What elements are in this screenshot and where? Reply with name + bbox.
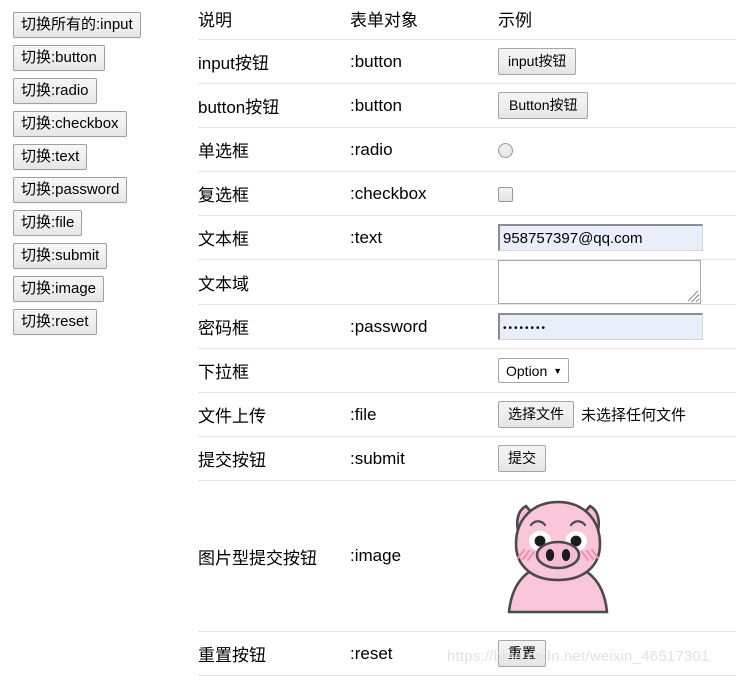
toggle-radio-button[interactable]: 切换:radio: [13, 78, 97, 104]
table-row: 重置按钮 :reset 重置: [198, 631, 736, 676]
table-row: 文件上传 :file 选择文件 未选择任何文件: [198, 392, 736, 437]
toggle-reset-button[interactable]: 切换:reset: [13, 309, 97, 335]
row-description: 密码框: [198, 304, 350, 349]
text-input-example[interactable]: 958757397@qq.com: [498, 224, 703, 251]
textarea-example[interactable]: [498, 260, 701, 304]
row-example: [498, 127, 736, 172]
reset-button-example[interactable]: 重置: [498, 640, 546, 667]
row-example: input按钮: [498, 39, 736, 84]
row-form-object: :password: [350, 304, 498, 349]
row-description: 下拉框: [198, 348, 350, 393]
row-description: 复选框: [198, 171, 350, 216]
toggle-all-input-button[interactable]: 切换所有的:input: [13, 12, 141, 38]
input-button-example[interactable]: input按钮: [498, 48, 577, 75]
table-row: 图片型提交按钮 :image: [198, 480, 736, 632]
row-description: 提交按钮: [198, 436, 350, 481]
row-example: [498, 480, 736, 632]
toggle-image-button[interactable]: 切换:image: [13, 276, 105, 302]
row-description: 文件上传: [198, 392, 350, 437]
table-row: 文本框 :text 958757397@qq.com: [198, 215, 736, 260]
table-row: 复选框 :checkbox: [198, 171, 736, 216]
column-header-description: 说明: [198, 0, 350, 40]
toggle-submit-button[interactable]: 切换:submit: [13, 243, 108, 269]
password-mask: ••••••••: [503, 323, 548, 334]
row-form-object: :radio: [350, 127, 498, 172]
row-example: 958757397@qq.com: [498, 215, 736, 260]
table-header-row: 说明 表单对象 示例: [198, 0, 736, 40]
row-description: 重置按钮: [198, 631, 350, 676]
row-description: 文本域: [198, 259, 350, 305]
toggle-file-button[interactable]: 切换:file: [13, 210, 83, 236]
form-selector-table: 说明 表单对象 示例 input按钮 :button input按钮 butto…: [198, 0, 736, 676]
image-submit-button-example[interactable]: [498, 492, 618, 620]
toggle-checkbox-button[interactable]: 切换:checkbox: [13, 111, 127, 137]
row-description: 单选框: [198, 127, 350, 172]
toggle-password-button[interactable]: 切换:password: [13, 177, 128, 203]
row-form-object: :reset: [350, 631, 498, 676]
row-form-object: :checkbox: [350, 171, 498, 216]
resize-grip-icon[interactable]: [688, 291, 699, 302]
table-row: input按钮 :button input按钮: [198, 39, 736, 84]
row-form-object: :submit: [350, 436, 498, 481]
row-description: 图片型提交按钮: [198, 480, 350, 632]
row-description: button按钮: [198, 83, 350, 128]
choose-file-button[interactable]: 选择文件: [498, 401, 574, 428]
table-row: 单选框 :radio: [198, 127, 736, 172]
row-example: ••••••••: [498, 304, 736, 349]
form-selector-table-container: 说明 表单对象 示例 input按钮 :button input按钮 butto…: [198, 0, 736, 676]
table-row: 密码框 :password ••••••••: [198, 304, 736, 349]
file-upload-control: 选择文件 未选择任何文件: [498, 401, 736, 428]
column-header-example: 示例: [498, 0, 736, 40]
file-selection-status: 未选择任何文件: [581, 407, 687, 424]
password-input-example[interactable]: ••••••••: [498, 313, 703, 340]
pig-icon: [507, 500, 609, 614]
row-form-object: :image: [350, 480, 498, 632]
row-example: 选择文件 未选择任何文件: [498, 392, 736, 437]
table-head: 说明 表单对象 示例: [198, 0, 736, 40]
row-example: Button按钮: [498, 83, 736, 128]
table-row: 提交按钮 :submit 提交: [198, 436, 736, 481]
checkbox-example[interactable]: [498, 186, 513, 202]
toggle-text-button[interactable]: 切换:text: [13, 144, 88, 170]
row-example: 重置: [498, 631, 736, 676]
row-form-object: [350, 259, 498, 305]
row-form-object: :text: [350, 215, 498, 260]
toggle-button-sidebar: 切换所有的:input 切换:button 切换:radio 切换:checkb…: [13, 12, 188, 335]
row-example: 提交: [498, 436, 736, 481]
row-example: [498, 171, 736, 216]
row-form-object: :button: [350, 83, 498, 128]
table-row: 文本域: [198, 259, 736, 305]
toggle-button-button[interactable]: 切换:button: [13, 45, 105, 71]
table-body: input按钮 :button input按钮 button按钮 :button…: [198, 39, 736, 676]
button-element-example[interactable]: Button按钮: [498, 92, 589, 119]
row-form-object: :file: [350, 392, 498, 437]
row-example: Option ▼: [498, 348, 736, 393]
row-form-object: [350, 348, 498, 393]
row-description: input按钮: [198, 39, 350, 84]
table-row: button按钮 :button Button按钮: [198, 83, 736, 128]
select-selected-value: Option: [506, 362, 548, 379]
table-row: 下拉框 Option ▼: [198, 348, 736, 393]
row-example: [498, 259, 736, 305]
submit-button-example[interactable]: 提交: [498, 445, 546, 472]
select-dropdown-example[interactable]: Option ▼: [498, 358, 570, 383]
column-header-form-object: 表单对象: [350, 0, 498, 40]
radio-button-example[interactable]: [498, 142, 513, 158]
row-form-object: :button: [350, 39, 498, 84]
row-description: 文本框: [198, 215, 350, 260]
chevron-down-icon: ▼: [553, 366, 563, 376]
